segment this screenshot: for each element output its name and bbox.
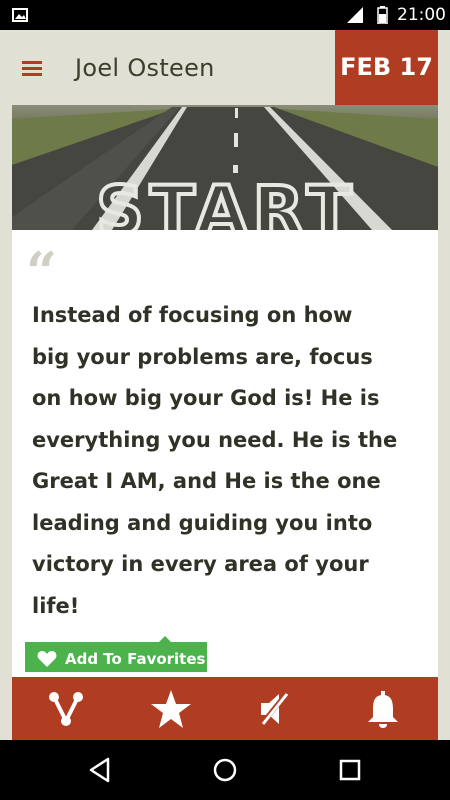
- home-icon[interactable]: [209, 754, 241, 786]
- quote-line: leading and guiding you into: [32, 510, 373, 535]
- add-to-favorites-label: Add To Favorites: [65, 650, 206, 668]
- quote-line: everything you need. He is the: [32, 427, 398, 452]
- app-bar: Joel Osteen FEB 17: [0, 30, 450, 105]
- gallery-icon: [12, 7, 28, 26]
- action-toolbar: [12, 677, 438, 740]
- back-icon[interactable]: [84, 754, 116, 786]
- hamburger-menu-icon[interactable]: [22, 61, 42, 77]
- quote-line: Great I AM, and He is the one: [32, 469, 381, 493]
- quote-line: big your problems are, focus: [32, 344, 373, 369]
- add-to-favorites-button[interactable]: Add To Favorites: [25, 636, 207, 672]
- share-button[interactable]: [31, 677, 101, 740]
- recents-icon[interactable]: [334, 754, 366, 786]
- system-nav-bar: [0, 740, 450, 800]
- hero-start-text: START: [96, 172, 357, 230]
- status-bar: 21:00: [0, 0, 450, 30]
- battery-icon: [377, 6, 388, 28]
- quote-card: START “ Instead of focusing on how big y…: [12, 105, 438, 677]
- hero-image: START: [12, 105, 438, 230]
- quote-line: victory in every area of your: [32, 552, 369, 576]
- quote-line: life!: [32, 593, 80, 618]
- date-badge: FEB 17: [335, 30, 438, 105]
- favorites-tip: [159, 636, 171, 642]
- signal-icon: [346, 6, 364, 28]
- quote-line: on how big your God is! He is: [32, 386, 380, 410]
- mute-button[interactable]: [242, 677, 312, 740]
- quote-line: Instead of focusing on how: [32, 303, 353, 327]
- status-clock: 21:00: [397, 5, 446, 25]
- quote-text: Instead of focusing on how big your prob…: [32, 295, 417, 627]
- quote-mark-icon: “: [26, 240, 58, 304]
- heart-icon: [37, 650, 57, 672]
- app-title: Joel Osteen: [75, 54, 215, 82]
- favorite-star-button[interactable]: [136, 677, 206, 740]
- notifications-button[interactable]: [348, 677, 418, 740]
